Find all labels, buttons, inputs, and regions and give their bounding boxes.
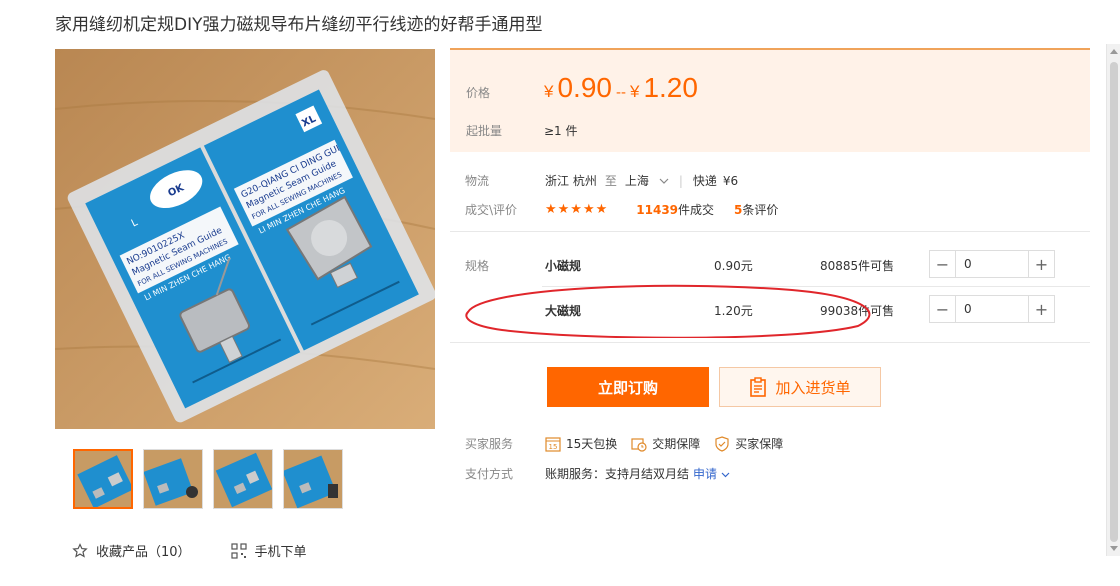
sold-count[interactable]: 11439: [636, 203, 678, 217]
calendar-15-icon: 15: [545, 436, 561, 452]
quantity-input[interactable]: [956, 251, 1028, 277]
page-title: 家用缝纫机定规DIY强力磁规导布片缝纫平行线迹的好帮手通用型: [55, 15, 543, 35]
ship-from: 浙江 杭州: [545, 174, 597, 188]
scrollbar-thumb[interactable]: [1110, 62, 1118, 542]
service-15-day-exchange[interactable]: 15 15天包换: [545, 435, 617, 452]
calendar-15-badge: 15: [549, 443, 558, 451]
payment-value: 账期服务：支持月结双月结: [545, 467, 690, 481]
spec-stock: 80885件可售: [820, 259, 895, 273]
spec-name: 大磁规: [545, 304, 582, 318]
favorite-label: 收藏产品（10）: [96, 545, 191, 560]
quantity-input[interactable]: [956, 296, 1028, 322]
shipping-row: 物流 浙江 杭州 至 上海 | 快递 ¥6: [465, 172, 738, 189]
price-label: 价格: [466, 86, 491, 100]
thumbnail-4[interactable]: [283, 449, 343, 509]
increment-button[interactable]: +: [1028, 296, 1054, 322]
review-suffix: 条评价: [742, 203, 779, 217]
bottom-actions: 收藏产品（10） 手机下单: [72, 541, 307, 560]
spec-row-small: 规格 小磁规 0.90元 80885件可售 − +: [465, 247, 1075, 283]
section-divider: [450, 342, 1090, 343]
increment-button[interactable]: +: [1028, 251, 1054, 277]
payment-label: 支付方式: [465, 467, 514, 481]
thumbnail-image: [284, 450, 342, 508]
price-low: 0.90: [557, 72, 612, 103]
thumbnail-2[interactable]: [143, 449, 203, 509]
moq-value: ≥1 件: [544, 124, 578, 138]
sold-suffix: 件成交: [678, 203, 715, 217]
spec-name: 小磁规: [545, 259, 582, 273]
ship-to: 上海: [624, 174, 649, 188]
thumbnail-strip: [73, 449, 343, 509]
spec-row-large: 大磁规 1.20元 99038件可售 − +: [465, 292, 1075, 328]
services-label: 买家服务: [465, 437, 514, 451]
service-buyer-protection[interactable]: 买家保障: [714, 435, 783, 452]
decrement-button[interactable]: −: [930, 251, 956, 277]
scroll-up-arrow[interactable]: [1110, 49, 1118, 54]
deals-row: 成交\评价 ★★★★★ 11439 件成交 5 条评价: [465, 201, 778, 218]
price-dash: --: [615, 84, 626, 101]
chevron-down-icon: [721, 472, 730, 478]
thumbnail-1[interactable]: [73, 449, 133, 509]
decrement-button[interactable]: −: [930, 296, 956, 322]
spec-price: 1.20元: [714, 304, 753, 318]
review-count[interactable]: 5: [734, 203, 742, 217]
currency-symbol: ¥: [544, 82, 554, 101]
spec-divider: [542, 286, 1090, 287]
delivery-clock-icon: [631, 437, 647, 452]
thumbnail-3[interactable]: [213, 449, 273, 509]
scroll-down-arrow[interactable]: [1110, 546, 1118, 551]
spec-stock: 99038件可售: [820, 304, 895, 318]
add-to-cart-button[interactable]: 加入进货单: [719, 367, 881, 407]
product-photo: NO:9010225X Magnetic Seam Guide FOR ALL …: [55, 49, 435, 429]
thumbnail-image: [144, 450, 202, 508]
purchase-panel: 价格 ¥0.90 -- ¥1.20 起批量 ≥1 件 物流 浙江 杭州 至 上海 |…: [450, 48, 1090, 481]
payment-row: 支付方式 账期服务：支持月结双月结 申请: [465, 465, 730, 482]
service-text: 交期保障: [652, 437, 701, 451]
section-divider: [450, 231, 1090, 232]
service-delivery-guarantee[interactable]: 交期保障: [631, 435, 700, 452]
moq-label: 起批量: [466, 124, 503, 138]
buyer-services-row: 买家服务 15 15天包换 交期保障 买家保障: [465, 435, 797, 452]
chevron-down-icon: [659, 178, 669, 184]
spec-price: 0.90元: [714, 259, 753, 273]
price-box: 价格 ¥0.90 -- ¥1.20 起批量 ≥1 件: [450, 48, 1090, 152]
apply-link[interactable]: 申请: [693, 465, 730, 482]
price-range: ¥0.90 -- ¥1.20: [544, 72, 698, 104]
favorite-product-button[interactable]: 收藏产品（10）: [72, 541, 191, 560]
price-high: 1.20: [643, 72, 698, 103]
main-product-image[interactable]: NO:9010225X Magnetic Seam Guide FOR ALL …: [55, 49, 435, 429]
clipboard-icon: [750, 377, 767, 397]
shipping-fee: ¥6: [722, 173, 739, 188]
buy-now-button[interactable]: 立即订购: [547, 367, 709, 407]
rating-stars: ★★★★★: [545, 202, 609, 217]
star-outline-icon: [72, 542, 88, 558]
quantity-stepper: − +: [929, 295, 1055, 323]
spec-label: 规格: [465, 259, 490, 273]
mobile-order-label: 手机下单: [254, 545, 307, 560]
ship-to-word: 至: [604, 174, 617, 188]
service-text: 买家保障: [735, 437, 784, 451]
quantity-stepper: − +: [929, 250, 1055, 278]
thumbnail-image: [75, 451, 131, 507]
currency-symbol: ¥: [629, 82, 640, 101]
ship-to-select[interactable]: 上海: [625, 172, 669, 189]
express-label: 快递: [692, 174, 717, 188]
apply-label: 申请: [693, 467, 718, 481]
qr-code-icon: [230, 542, 247, 559]
vertical-scrollbar[interactable]: [1106, 44, 1120, 556]
shield-icon: [715, 435, 729, 452]
shipping-label: 物流: [465, 174, 490, 188]
deals-label: 成交\评价: [465, 203, 518, 217]
service-text: 15天包换: [566, 437, 618, 451]
thumbnail-image: [214, 450, 272, 508]
add-to-cart-label: 加入进货单: [775, 378, 851, 397]
mobile-order-button[interactable]: 手机下单: [230, 541, 307, 560]
divider-bar: |: [678, 173, 683, 188]
